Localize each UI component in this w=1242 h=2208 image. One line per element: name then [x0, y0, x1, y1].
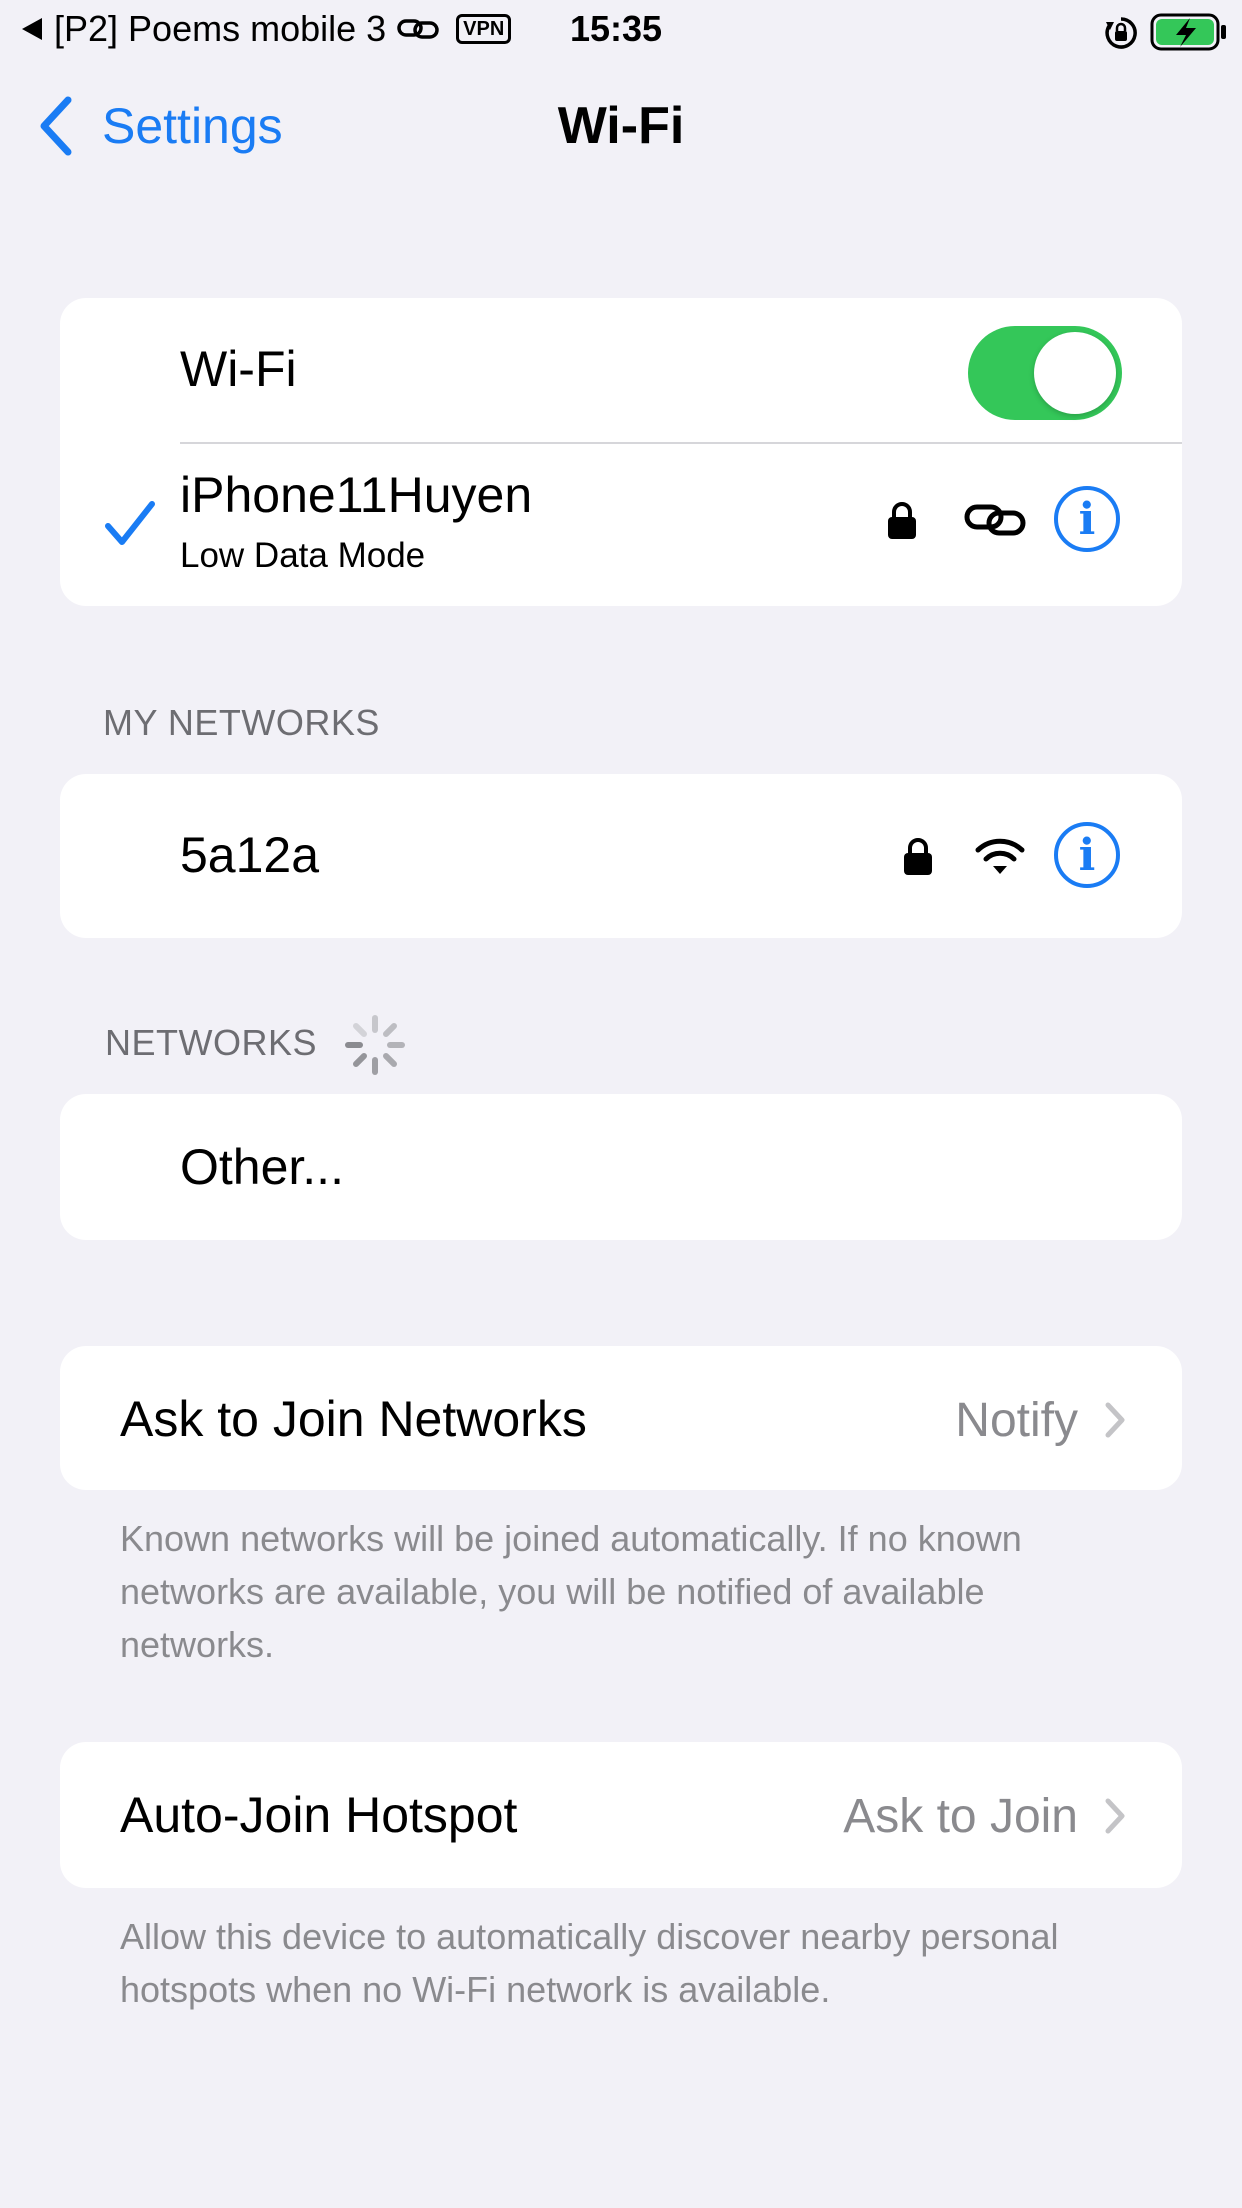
chevron-left-icon	[40, 96, 72, 156]
network-subtitle: Low Data Mode	[180, 536, 426, 575]
auto-join-hotspot-label: Auto-Join Hotspot	[120, 1787, 518, 1843]
wifi-signal-icon	[975, 838, 1025, 874]
loading-spinner-icon	[345, 1015, 405, 1075]
connected-network-row[interactable]: iPhone11Huyen Low Data Mode i	[60, 446, 1182, 606]
back-triangle-icon	[22, 18, 42, 40]
other-network-row[interactable]: Other...	[180, 1138, 344, 1196]
my-networks-header: MY NETWORKS	[103, 702, 380, 743]
ask-to-join-row[interactable]: Ask to Join Networks Notify	[60, 1346, 1182, 1490]
auto-join-hotspot-footer: Allow this device to automatically disco…	[120, 1916, 1059, 2010]
ask-to-join-footer: Known networks will be joined automatica…	[120, 1518, 1022, 1665]
back-label: Settings	[102, 98, 283, 154]
my-networks-card: 5a12a i	[60, 774, 1182, 938]
wifi-label: Wi-Fi	[180, 341, 297, 397]
info-icon[interactable]: i	[1054, 486, 1120, 552]
network-name: iPhone11Huyen	[180, 467, 533, 523]
wifi-card: Wi-Fi iPhone11Huyen Low Data Mode i	[60, 298, 1182, 606]
chevron-right-icon	[1105, 1402, 1125, 1438]
back-button[interactable]: Settings	[36, 96, 283, 156]
link-icon	[397, 19, 439, 39]
networks-header: NETWORKS	[105, 1022, 318, 1063]
wifi-toggle[interactable]	[968, 326, 1122, 420]
back-to-app[interactable]: [P2] Poems mobile 3 VPN	[20, 8, 512, 50]
lock-icon	[888, 502, 916, 539]
lock-icon	[904, 838, 932, 875]
network-row-5a12a[interactable]: 5a12a i	[60, 774, 1182, 938]
ask-to-join-value-group: Notify	[955, 1390, 1126, 1450]
battery-charging-icon	[1150, 13, 1226, 51]
vpn-badge: VPN	[456, 14, 512, 44]
info-icon[interactable]: i	[1054, 822, 1120, 888]
auto-join-hotspot-value: Ask to Join	[843, 1789, 1078, 1843]
auto-join-value-group: Ask to Join	[843, 1786, 1126, 1846]
link-icon	[964, 504, 1026, 536]
divider	[180, 442, 1182, 444]
toggle-knob	[1034, 332, 1116, 414]
status-bar: [P2] Poems mobile 3 VPN 15:35	[0, 0, 1242, 62]
back-app-label: [P2] Poems mobile 3	[54, 8, 387, 49]
checkmark-icon	[105, 501, 155, 545]
chevron-right-icon	[1105, 1798, 1125, 1834]
clock: 15:35	[570, 8, 663, 49]
ask-to-join-value: Notify	[955, 1393, 1078, 1447]
network-name: 5a12a	[180, 827, 320, 883]
ask-to-join-label: Ask to Join Networks	[120, 1391, 587, 1447]
networks-card: Other...	[60, 1094, 1182, 1240]
auto-join-hotspot-row[interactable]: Auto-Join Hotspot Ask to Join	[60, 1742, 1182, 1888]
orientation-lock-icon	[1105, 17, 1137, 49]
